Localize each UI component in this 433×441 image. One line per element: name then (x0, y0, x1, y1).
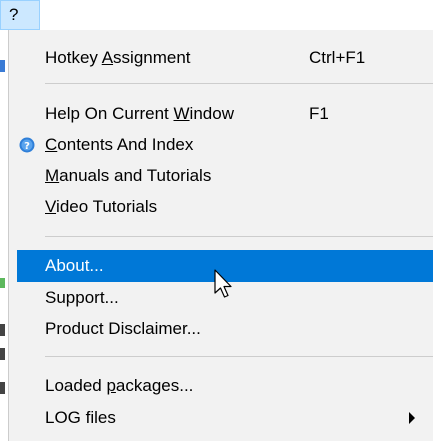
mouse-pointer-icon (214, 269, 232, 298)
bg-status-mark (0, 278, 5, 288)
menu-item-label: About... (45, 256, 104, 275)
bg-toolbar-mark (0, 60, 5, 72)
menu-separator (45, 356, 433, 357)
menu-item-label: Loaded packages... (45, 376, 194, 395)
bg-text-mark (0, 348, 5, 360)
menu-item-help-current-window[interactable]: Help On Current Window F1 (17, 98, 433, 130)
menu-item-shortcut: F1 (309, 104, 329, 123)
menu-item-video-tutorials[interactable]: Video Tutorials (17, 191, 433, 223)
menu-item-manuals-tutorials[interactable]: Manuals and Tutorials (17, 160, 433, 192)
menu-item-product-disclaimer[interactable]: Product Disclaimer... (17, 313, 433, 345)
bg-text-mark (0, 324, 5, 336)
menu-item-label: Hotkey Assignment (45, 48, 191, 67)
menubar-help-label: ? (9, 5, 19, 24)
menu-item-label: Support... (45, 288, 119, 307)
menu-separator (45, 83, 433, 84)
menu-item-loaded-packages[interactable]: Loaded packages... (17, 370, 433, 402)
menu-item-label: Manuals and Tutorials (45, 166, 212, 185)
menu-item-hotkey-assignment[interactable]: Hotkey Assignment Ctrl+F1 (17, 42, 433, 74)
underlying-window-edge (0, 30, 8, 441)
menu-item-log-files[interactable]: LOG files (17, 402, 433, 434)
menu-item-label: Product Disclaimer... (45, 319, 201, 338)
menu-item-contents-and-index[interactable]: ? Contents And Index (17, 129, 433, 161)
help-dropdown-menu: Hotkey Assignment Ctrl+F1 Help On Curren… (8, 30, 433, 441)
menu-item-shortcut: Ctrl+F1 (309, 48, 366, 67)
svg-text:?: ? (24, 141, 30, 152)
menu-item-label: Help On Current Window (45, 104, 234, 123)
submenu-arrow-icon (409, 412, 415, 424)
menu-separator (45, 236, 433, 237)
help-circle-icon: ? (19, 137, 35, 153)
bg-text-mark (0, 382, 5, 394)
menu-item-label: Contents And Index (45, 135, 194, 154)
menu-item-label: LOG files (45, 408, 116, 427)
menu-item-label: Video Tutorials (45, 197, 158, 216)
screen: ? Hotkey Assignment Ctrl+F1 Help On Curr… (0, 0, 433, 441)
menubar-help-item[interactable]: ? (0, 0, 40, 30)
